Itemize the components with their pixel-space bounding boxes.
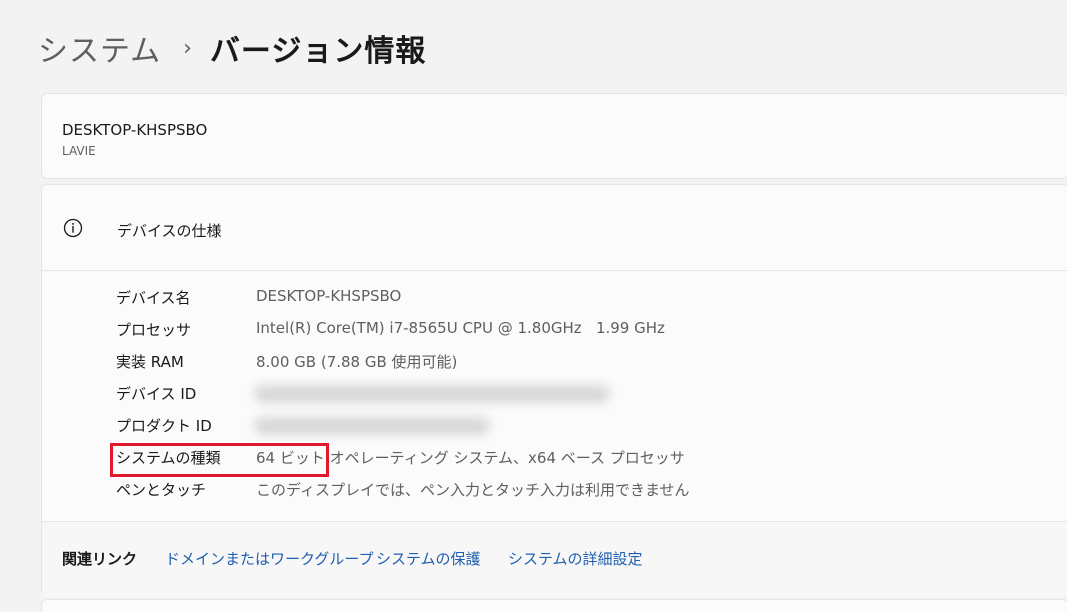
spec-value: 64 ビット オペレーティング システム、x64 ベース プロセッサ (256, 449, 685, 467)
device-card: DESKTOP-KHSPSBO LAVIE (41, 93, 1067, 179)
link-system-protection[interactable]: システムの保護 (376, 548, 481, 569)
spec-row-processor: プロセッサ Intel(R) Core(TM) i7-8565U CPU @ 1… (42, 315, 1067, 347)
chevron-right-icon: › (183, 35, 192, 61)
device-model: LAVIE (62, 144, 96, 158)
spec-row-system-type: システムの種類 64 ビット オペレーティング システム、x64 ベース プロセ… (42, 443, 1067, 475)
spec-row-device-name: デバイス名 DESKTOP-KHSPSBO (42, 283, 1067, 315)
spec-label: デバイス名 (116, 289, 191, 307)
spec-value: DESKTOP-KHSPSBO (256, 287, 402, 305)
settings-page: システム › バージョン情報 DESKTOP-KHSPSBO LAVIE デバイ… (0, 0, 1067, 612)
spec-label: プロセッサ (116, 321, 192, 339)
link-domain-workgroup[interactable]: ドメインまたはワークグループ (165, 548, 374, 569)
spec-value: 8.00 GB (7.88 GB 使用可能) (256, 353, 458, 371)
device-specs-title: デバイスの仕様 (117, 222, 222, 240)
device-specs-card: デバイスの仕様 デバイス名 DESKTOP-KHSPSBO プロセッサ Inte… (41, 184, 1067, 597)
spec-value: Intel(R) Core(TM) i7-8565U CPU @ 1.80GHz… (256, 319, 665, 337)
related-links: 関連リンク ドメインまたはワークグループ システムの保護 システムの詳細設定 (42, 521, 1067, 597)
spec-label: プロダクト ID (116, 417, 212, 435)
spec-row-product-id: プロダクト ID (42, 411, 1067, 443)
spec-row-ram: 実装 RAM 8.00 GB (7.88 GB 使用可能) (42, 347, 1067, 379)
spec-row-device-id: デバイス ID (42, 379, 1067, 411)
device-name: DESKTOP-KHSPSBO (62, 121, 208, 139)
breadcrumb-parent-system[interactable]: システム (38, 26, 161, 70)
redacted-value (254, 417, 490, 435)
spec-label: ペンとタッチ (116, 481, 207, 499)
link-advanced-system-settings[interactable]: システムの詳細設定 (508, 548, 643, 569)
info-icon (63, 218, 83, 238)
page-title: バージョン情報 (209, 34, 427, 69)
next-card (41, 599, 1067, 612)
redacted-value (254, 385, 610, 403)
spec-label: デバイス ID (116, 385, 197, 403)
spec-row-pen-touch: ペンとタッチ このディスプレイでは、ペン入力とタッチ入力は利用できません (42, 475, 1067, 507)
related-links-label: 関連リンク (62, 550, 138, 568)
breadcrumb: システム › バージョン情報 (38, 24, 426, 72)
spec-label: システムの種類 (116, 449, 221, 467)
spec-value: このディスプレイでは、ペン入力とタッチ入力は利用できません (256, 481, 690, 499)
device-specs-header[interactable]: デバイスの仕様 (42, 185, 1067, 271)
spec-label: 実装 RAM (116, 353, 184, 371)
